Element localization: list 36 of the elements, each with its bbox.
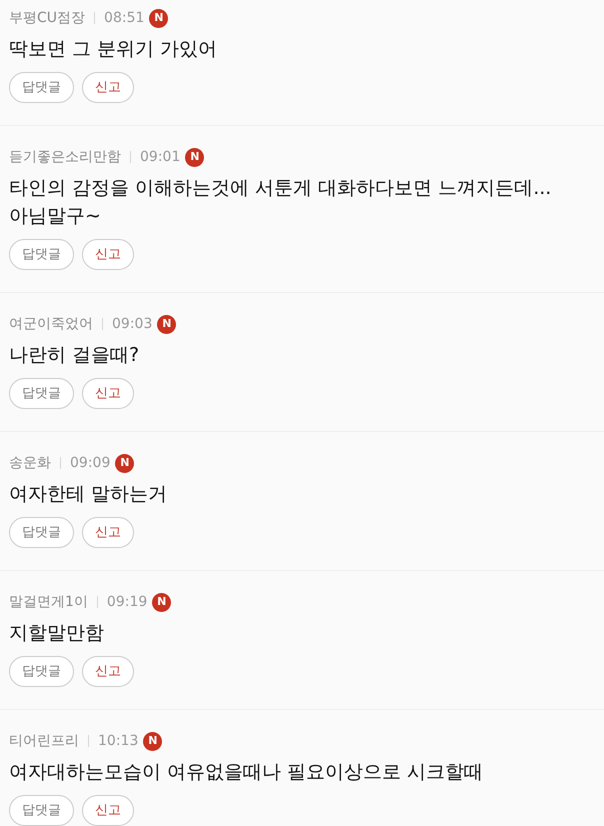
report-button[interactable]: 신고 — [82, 517, 134, 548]
reply-button[interactable]: 답댓글 — [9, 378, 74, 409]
reply-button[interactable]: 답댓글 — [9, 795, 74, 826]
reply-button[interactable]: 답댓글 — [9, 517, 74, 548]
new-badge: N — [115, 454, 134, 472]
author-name: 여군이죽었어 — [9, 314, 93, 334]
comment-text: 타인의 감정을 이해하는것에 서툰게 대화하다보면 느껴지든데... 아님말구~ — [9, 176, 552, 229]
comment-time: 09:01 — [140, 148, 180, 166]
reply-button[interactable]: 답댓글 — [9, 239, 74, 270]
comment-time: 10:13 — [98, 732, 138, 750]
author-name: 부평CU점장 — [9, 8, 86, 28]
new-badge: N — [152, 592, 172, 612]
report-button[interactable]: 신고 — [82, 795, 134, 826]
report-button[interactable]: 신고 — [82, 239, 134, 270]
comment-time: 09:09 — [70, 454, 110, 472]
comment-time: 09:19 — [106, 592, 148, 612]
new-badge: N — [185, 148, 204, 166]
reply-button[interactable]: 답댓글 — [9, 656, 74, 687]
comment-text: 여자한테 말하는거 — [9, 482, 168, 507]
new-badge: N — [143, 732, 162, 750]
comment-text: 나란히 걸을때? — [9, 343, 140, 368]
new-badge: N — [157, 314, 176, 334]
report-button[interactable]: 신고 — [82, 72, 134, 103]
comment-text: 지할말만함 — [9, 621, 105, 646]
report-button[interactable]: 신고 — [82, 656, 134, 687]
author-name: 말걸면게1이 — [9, 592, 88, 612]
comment-time: 08:51 — [104, 8, 144, 28]
comment-text: 여자대하는모습이 여유없을때나 필요이상으로 시크할때 — [9, 760, 484, 785]
reply-button[interactable]: 답댓글 — [9, 72, 74, 103]
author-name: 티어린프리 — [9, 732, 79, 750]
comment-text: 딱보면 그 분위기 가있어 — [9, 37, 218, 62]
new-badge: N — [149, 8, 168, 28]
author-name: 송운화 — [9, 454, 51, 472]
author-name: 듣기좋은소리만함 — [9, 148, 121, 166]
comment-time: 09:03 — [112, 314, 152, 334]
report-button[interactable]: 신고 — [82, 378, 134, 409]
